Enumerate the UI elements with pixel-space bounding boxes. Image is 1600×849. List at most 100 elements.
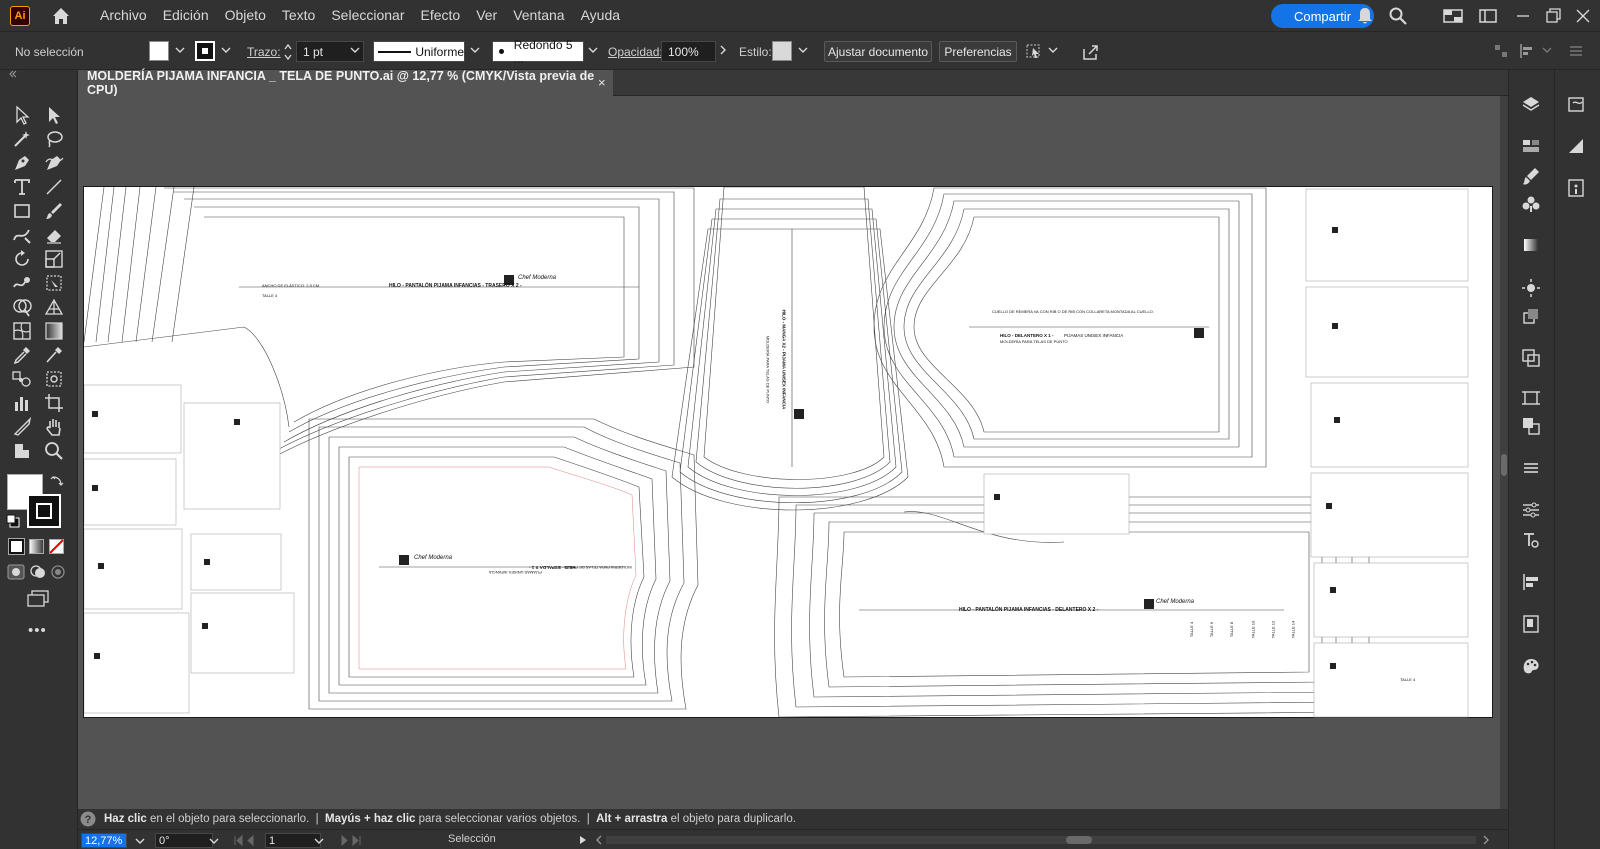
search-icon[interactable] bbox=[1388, 6, 1408, 26]
scroll-right-icon[interactable] bbox=[1481, 835, 1491, 845]
menu-ayuda[interactable]: Ayuda bbox=[573, 0, 628, 31]
stroke-chevron-down-icon[interactable] bbox=[221, 45, 231, 55]
selection-tool-icon[interactable] bbox=[11, 104, 33, 126]
column-graph-tool-icon[interactable] bbox=[11, 392, 33, 414]
draw-normal-icon[interactable] bbox=[7, 564, 25, 580]
artboard-chevron-down-icon[interactable] bbox=[314, 836, 324, 846]
draw-behind-icon[interactable] bbox=[29, 564, 47, 580]
brushes-icon[interactable] bbox=[1521, 166, 1541, 186]
align-panel-icon[interactable] bbox=[1521, 572, 1541, 592]
restore-icon[interactable] bbox=[1543, 6, 1563, 26]
rotate-tool-icon[interactable] bbox=[11, 248, 33, 270]
menu-seleccionar[interactable]: Seleccionar bbox=[323, 0, 412, 31]
fill-swatch[interactable] bbox=[149, 41, 169, 61]
hand-tool-icon[interactable] bbox=[43, 416, 65, 438]
minimize-icon[interactable] bbox=[1513, 6, 1533, 26]
measure-tool-icon[interactable] bbox=[43, 344, 65, 366]
eyedropper-tool-icon[interactable] bbox=[11, 344, 33, 366]
line-tool-icon[interactable] bbox=[43, 176, 65, 198]
stroke-profile-chevron-down-icon[interactable] bbox=[470, 45, 480, 55]
opacity-label[interactable]: Opacidad: bbox=[608, 45, 663, 59]
fill-chevron-down-icon[interactable] bbox=[175, 45, 185, 55]
warp-tool-icon[interactable] bbox=[11, 272, 33, 294]
align-icon[interactable] bbox=[1492, 42, 1510, 60]
vertical-scrollbar[interactable] bbox=[1500, 96, 1508, 809]
perspective-grid-tool-icon[interactable] bbox=[43, 296, 65, 318]
menu-ver[interactable]: Ver bbox=[468, 0, 505, 31]
zoom-tool-icon[interactable] bbox=[43, 440, 65, 462]
brush-chevron-down-icon[interactable] bbox=[588, 45, 598, 55]
help-icon[interactable]: ? bbox=[80, 811, 96, 827]
bell-icon[interactable] bbox=[1355, 6, 1375, 26]
export-icon[interactable] bbox=[1081, 42, 1101, 62]
none-mode-icon[interactable] bbox=[49, 539, 64, 554]
artboards-icon[interactable] bbox=[1521, 388, 1541, 408]
panel-menu-icon[interactable] bbox=[1567, 42, 1585, 60]
scale-tool-icon[interactable] bbox=[43, 248, 65, 270]
swap-colors-icon[interactable] bbox=[50, 474, 64, 488]
slice-tool-icon[interactable] bbox=[11, 416, 33, 438]
gradient-mode-icon[interactable] bbox=[29, 539, 44, 554]
distribute-chevron-down-icon[interactable] bbox=[1542, 45, 1552, 55]
rotation-field[interactable]: 0° bbox=[155, 833, 213, 848]
document-info-icon[interactable] bbox=[1521, 614, 1541, 634]
links-info-icon[interactable] bbox=[1566, 178, 1586, 198]
libraries-icon[interactable] bbox=[1521, 136, 1541, 156]
type-tool-icon[interactable] bbox=[11, 176, 33, 198]
more-tools-icon[interactable]: ••• bbox=[28, 622, 47, 639]
color-mode-icon[interactable] bbox=[8, 538, 25, 555]
home-icon[interactable] bbox=[50, 5, 72, 27]
stroke-stepper-icon[interactable] bbox=[283, 42, 293, 62]
shaper-tool-icon[interactable] bbox=[11, 224, 33, 246]
stroke-swatch[interactable] bbox=[195, 41, 215, 61]
stroke-profile-field[interactable]: Uniforme bbox=[373, 41, 465, 62]
fit-document-button[interactable]: Ajustar documento bbox=[824, 41, 932, 62]
zoom-chevron-down-icon[interactable] bbox=[135, 836, 145, 846]
transparency-icon[interactable] bbox=[1521, 306, 1541, 326]
distribute-icon[interactable] bbox=[1518, 42, 1538, 60]
asset-export-icon[interactable] bbox=[1521, 416, 1541, 436]
symbols-icon[interactable] bbox=[1521, 194, 1541, 214]
pathfinder-icon[interactable] bbox=[1521, 348, 1541, 368]
sliders-icon[interactable] bbox=[1521, 500, 1541, 520]
rotation-chevron-down-icon[interactable] bbox=[209, 836, 219, 846]
menu-ventana[interactable]: Ventana bbox=[505, 0, 572, 31]
graphic-styles-icon[interactable] bbox=[1566, 94, 1586, 114]
canvas[interactable]: HILO - PANTALÓN PIJAMA INFANCIAS - TRASE… bbox=[78, 96, 1508, 809]
color-guide-icon[interactable] bbox=[1521, 656, 1541, 676]
rotate-view-tool-icon[interactable] bbox=[11, 440, 33, 462]
appearance-icon[interactable] bbox=[1521, 278, 1541, 298]
properties-icon[interactable] bbox=[1521, 458, 1541, 478]
transform-icon[interactable] bbox=[1024, 42, 1044, 62]
blend-tool-icon[interactable] bbox=[11, 368, 33, 390]
workspace-icon[interactable] bbox=[1478, 6, 1498, 26]
live-paint-tool-icon[interactable] bbox=[43, 368, 65, 390]
menu-objeto[interactable]: Objeto bbox=[217, 0, 274, 31]
stroke-weight-chevron-down-icon[interactable] bbox=[350, 45, 360, 55]
arrange-documents-icon[interactable] bbox=[1443, 6, 1463, 26]
style-chevron-down-icon[interactable] bbox=[798, 45, 808, 55]
opacity-field[interactable]: 100% bbox=[661, 41, 716, 62]
next-last-artboard-icon[interactable] bbox=[334, 835, 362, 846]
menu-archivo[interactable]: Archivo bbox=[92, 0, 155, 31]
free-transform-tool-icon[interactable] bbox=[43, 272, 65, 294]
close-window-icon[interactable] bbox=[1573, 6, 1593, 26]
gradient-panel-icon[interactable] bbox=[1521, 235, 1541, 255]
stroke-label[interactable]: Trazo: bbox=[247, 45, 281, 59]
brush-field[interactable]: Redondo 5 ... bbox=[492, 38, 584, 66]
screen-mode-icon[interactable] bbox=[26, 590, 50, 608]
style-swatch[interactable] bbox=[772, 41, 792, 61]
first-previous-artboard-icon[interactable] bbox=[233, 835, 261, 846]
eraser-tool-icon[interactable] bbox=[43, 224, 65, 246]
zoom-field[interactable]: 12,77% bbox=[81, 833, 127, 848]
menu-texto[interactable]: Texto bbox=[274, 0, 323, 31]
lasso-tool-icon[interactable] bbox=[43, 128, 65, 150]
vertical-scroll-thumb[interactable] bbox=[1501, 454, 1507, 476]
horizontal-scrollbar[interactable] bbox=[606, 836, 1476, 844]
paintbrush-tool-icon[interactable] bbox=[43, 200, 65, 222]
pen-tool-icon[interactable] bbox=[11, 152, 33, 174]
shape-builder-tool-icon[interactable] bbox=[11, 296, 33, 318]
preferences-button[interactable]: Preferencias bbox=[939, 41, 1017, 62]
artboard-number-field[interactable]: 1 bbox=[265, 833, 321, 848]
artboard-tool-icon[interactable] bbox=[43, 392, 65, 414]
